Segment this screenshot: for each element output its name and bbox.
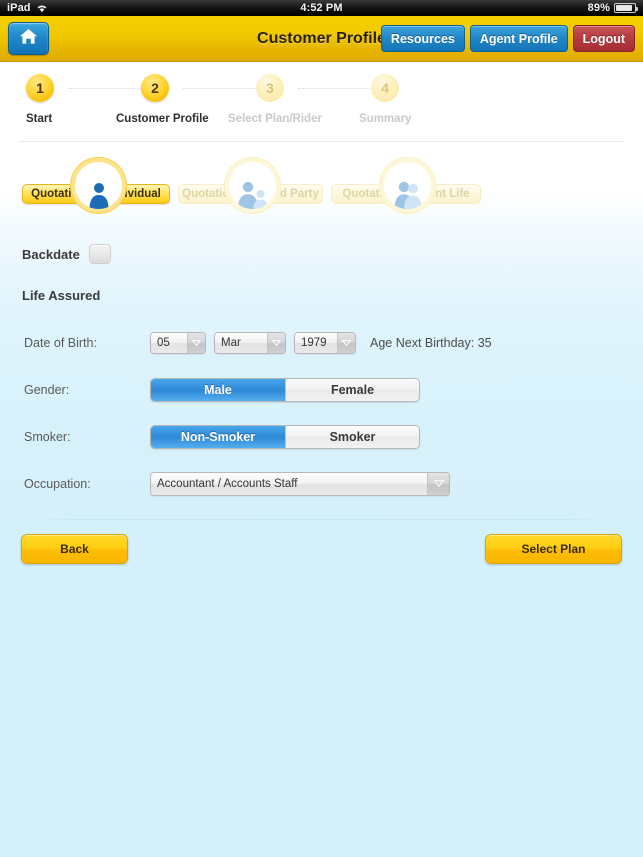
step-number-3: 3 (256, 74, 284, 102)
gender-label: Gender: (24, 382, 70, 397)
chevron-down-icon (427, 472, 449, 495)
step-indicator: 1 Start 2 Customer Profile 3 Select Plan… (18, 62, 625, 142)
date-of-birth-row: Date of Birth: 05 Mar 1979 Age Next Birt… (0, 319, 643, 366)
step-number-4: 4 (371, 74, 399, 102)
section-title-life-assured: Life Assured (22, 288, 101, 303)
tab-quotation-third-party[interactable]: Quotation for Third Party (178, 162, 323, 209)
gender-row: Gender: Male Female (0, 366, 643, 413)
tab-quotation-individual[interactable]: Quotation for Individual (22, 162, 170, 209)
page-content: 1 Start 2 Customer Profile 3 Select Plan… (0, 62, 643, 857)
backdate-label: Backdate (22, 246, 80, 262)
step-connector-1 (68, 88, 146, 89)
home-icon (19, 28, 38, 50)
backdate-row: Backdate (22, 244, 643, 264)
dob-day-value: 05 (157, 336, 170, 349)
logout-button[interactable]: Logout (572, 25, 635, 52)
wifi-icon (36, 3, 48, 13)
agent-profile-button[interactable]: Agent Profile (469, 25, 568, 52)
smoker-option-non-smoker[interactable]: Non-Smoker (151, 425, 285, 448)
smoker-row: Smoker: Non-Smoker Smoker (0, 413, 643, 460)
dob-month-value: Mar (221, 336, 241, 349)
occupation-label: Occupation: (24, 476, 91, 491)
smoker-segmented-control: Non-Smoker Smoker (150, 424, 420, 449)
app-header: Customer Profile Resources Agent Profile… (0, 16, 643, 62)
dob-month-select[interactable]: Mar (214, 331, 286, 354)
backdate-toggle[interactable] (88, 244, 111, 264)
gender-segmented-control: Male Female (150, 377, 420, 402)
step-label-start: Start (26, 113, 53, 125)
step-number-2: 2 (141, 74, 169, 102)
step-item-customer-profile[interactable]: 2 Customer Profile (116, 74, 209, 125)
single-person-icon (75, 162, 122, 209)
step-label-select-plan: Select Plan/Rider (228, 113, 322, 125)
chevron-down-icon (267, 332, 285, 353)
dob-year-value: 1979 (301, 336, 327, 349)
occupation-value: Accountant / Accounts Staff (157, 477, 298, 490)
step-number-1: 1 (26, 74, 54, 102)
tab-quotation-joint-life[interactable]: Quotation for Joint Life (331, 162, 481, 209)
battery-percent-label: 89% (587, 2, 610, 14)
home-button[interactable] (8, 22, 49, 55)
step-item-summary: 4 Summary (359, 74, 411, 125)
dob-year-select[interactable]: 1979 (294, 331, 356, 354)
step-label-summary: Summary (359, 113, 412, 125)
form-footer: Back Select Plan (0, 520, 643, 564)
resources-button[interactable]: Resources (380, 25, 465, 52)
battery-icon (614, 3, 638, 13)
age-next-birthday-text: Age Next Birthday: 35 (370, 335, 492, 350)
life-assured-form: Date of Birth: 05 Mar 1979 Age Next Birt… (0, 319, 643, 507)
dob-day-select[interactable]: 05 (150, 331, 206, 354)
two-persons-icon (229, 162, 276, 209)
chevron-down-icon (187, 332, 205, 353)
step-item-select-plan: 3 Select Plan/Rider (228, 74, 322, 125)
occupation-row: Occupation: Accountant / Accounts Staff (0, 460, 643, 507)
smoker-option-smoker[interactable]: Smoker (285, 425, 419, 448)
occupation-select[interactable]: Accountant / Accounts Staff (150, 471, 450, 496)
quotation-type-tabs: Quotation for Individual Quotation for T… (0, 160, 643, 222)
step-item-start[interactable]: 1 Start (26, 74, 54, 125)
date-of-birth-label: Date of Birth: (24, 335, 97, 350)
step-label-customer-profile: Customer Profile (116, 113, 209, 125)
back-button[interactable]: Back (21, 534, 128, 564)
gender-option-male[interactable]: Male (151, 378, 285, 401)
couple-icon (384, 162, 431, 209)
gender-option-female[interactable]: Female (285, 378, 419, 401)
chevron-down-icon (337, 332, 355, 353)
smoker-label: Smoker: (24, 429, 71, 444)
device-name: iPad (7, 2, 31, 14)
status-bar-clock: 4:52 PM (300, 2, 343, 14)
status-bar-right: 89% (587, 2, 638, 14)
select-plan-button[interactable]: Select Plan (485, 534, 622, 564)
header-actions: Resources Agent Profile Logout (380, 25, 635, 52)
status-bar: iPad 4:52 PM 89% (0, 0, 643, 16)
status-bar-left: iPad (7, 2, 48, 14)
